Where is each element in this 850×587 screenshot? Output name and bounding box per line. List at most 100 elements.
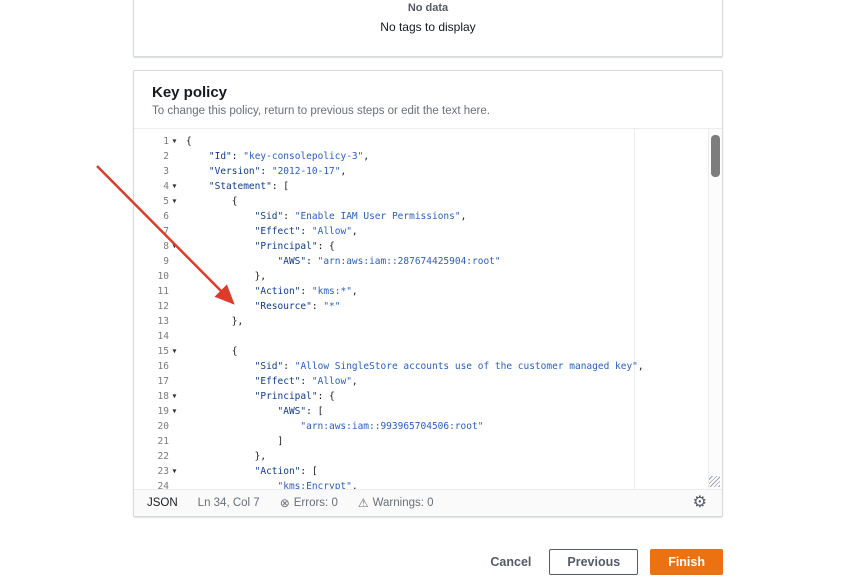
code-text: "Id": "key-consolepolicy-3",	[180, 149, 369, 164]
editor-line[interactable]: 10 },	[134, 269, 708, 284]
previous-button[interactable]: Previous	[549, 549, 638, 575]
cursor-position: Ln 34, Col 7	[198, 497, 260, 509]
policy-json-editor[interactable]: 1▼{2 "Id": "key-consolepolicy-3",3 "Vers…	[134, 129, 722, 489]
line-number: 3	[163, 164, 169, 179]
line-number: 22	[158, 449, 169, 464]
line-number: 24	[158, 479, 169, 489]
editor-line[interactable]: 2 "Id": "key-consolepolicy-3",	[134, 149, 708, 164]
code-text: "Resource": "*"	[180, 299, 340, 314]
gutter-cell: 1▼	[134, 134, 180, 149]
line-number: 15	[158, 344, 169, 359]
gutter-cell: 19▼	[134, 404, 180, 419]
fold-toggle-icon[interactable]: ▼	[169, 239, 180, 254]
gutter-cell: 18▼	[134, 389, 180, 404]
code-text: "AWS": "arn:aws:iam::287674425904:root"	[180, 254, 501, 269]
editor-line[interactable]: 24 "kms:Encrypt",	[134, 479, 708, 489]
line-number: 7	[163, 224, 169, 239]
editor-status-bar: JSON Ln 34, Col 7 ⊗ Errors: 0 ⚠ Warnings…	[134, 489, 722, 516]
line-number: 14	[158, 329, 169, 344]
page-title: Key policy	[152, 84, 704, 101]
code-text: },	[180, 314, 243, 329]
code-text: {	[180, 134, 192, 149]
editor-line[interactable]: 13 },	[134, 314, 708, 329]
editor-line[interactable]: 5▼ {	[134, 194, 708, 209]
code-text: "Action": [	[180, 464, 318, 479]
editor-line[interactable]: 1▼{	[134, 134, 708, 149]
code-text: "kms:Encrypt",	[180, 479, 358, 489]
gutter-cell: 14	[134, 329, 180, 344]
editor-resize-grip[interactable]	[709, 476, 720, 487]
gutter-cell: 17	[134, 374, 180, 389]
editor-line[interactable]: 9 "AWS": "arn:aws:iam::287674425904:root…	[134, 254, 708, 269]
line-number: 12	[158, 299, 169, 314]
key-policy-header: Key policy To change this policy, return…	[134, 71, 722, 129]
gutter-cell: 24	[134, 479, 180, 489]
line-number: 6	[163, 209, 169, 224]
editor-lines: 1▼{2 "Id": "key-consolepolicy-3",3 "Vers…	[134, 134, 708, 489]
finish-button[interactable]: Finish	[650, 549, 723, 575]
warnings-count: Warnings: 0	[373, 497, 434, 509]
fold-toggle-icon[interactable]: ▼	[169, 179, 180, 194]
warnings-status: ⚠ Warnings: 0	[358, 496, 434, 510]
fold-toggle-icon[interactable]: ▼	[169, 404, 180, 419]
gutter-cell: 3	[134, 164, 180, 179]
editor-settings-button[interactable]: ⚙	[691, 493, 709, 513]
editor-line[interactable]: 12 "Resource": "*"	[134, 299, 708, 314]
errors-icon: ⊗	[280, 496, 290, 510]
cancel-button[interactable]: Cancel	[484, 551, 537, 573]
fold-toggle-icon[interactable]: ▼	[169, 134, 180, 149]
code-text: ]	[180, 434, 283, 449]
editor-line[interactable]: 16 "Sid": "Allow SingleStore accounts us…	[134, 359, 708, 374]
gutter-cell: 5▼	[134, 194, 180, 209]
fold-toggle-icon[interactable]: ▼	[169, 194, 180, 209]
editor-line[interactable]: 20 "arn:aws:iam::993965704506:root"	[134, 419, 708, 434]
line-number: 2	[163, 149, 169, 164]
errors-status: ⊗ Errors: 0	[280, 496, 338, 510]
editor-line[interactable]: 17 "Effect": "Allow",	[134, 374, 708, 389]
no-tags-message: No tags to display	[380, 20, 475, 34]
line-number: 21	[158, 434, 169, 449]
key-policy-card: Key policy To change this policy, return…	[133, 70, 723, 517]
editor-line[interactable]: 11 "Action": "kms:*",	[134, 284, 708, 299]
gutter-cell: 15▼	[134, 344, 180, 359]
code-text: "Action": "kms:*",	[180, 284, 358, 299]
editor-line[interactable]: 23▼ "Action": [	[134, 464, 708, 479]
errors-count: Errors: 0	[294, 497, 338, 509]
line-number: 17	[158, 374, 169, 389]
gutter-cell: 13	[134, 314, 180, 329]
editor-line[interactable]: 19▼ "AWS": [	[134, 404, 708, 419]
gutter-cell: 8▼	[134, 239, 180, 254]
code-text: {	[180, 194, 237, 209]
fold-toggle-icon[interactable]: ▼	[169, 389, 180, 404]
editor-line[interactable]: 4▼ "Statement": [	[134, 179, 708, 194]
code-text: {	[180, 344, 237, 359]
editor-line[interactable]: 3 "Version": "2012-10-17",	[134, 164, 708, 179]
editor-line[interactable]: 22 },	[134, 449, 708, 464]
code-text: },	[180, 449, 266, 464]
code-text: },	[180, 269, 266, 284]
gutter-cell: 9	[134, 254, 180, 269]
editor-vertical-scrollbar[interactable]	[708, 129, 722, 489]
code-text: "Principal": {	[180, 389, 335, 404]
warnings-icon: ⚠	[358, 496, 369, 510]
editor-line[interactable]: 8▼ "Principal": {	[134, 239, 708, 254]
code-text: "arn:aws:iam::993965704506:root"	[180, 419, 483, 434]
gear-icon: ⚙	[693, 494, 707, 511]
editor-line[interactable]: 21 ]	[134, 434, 708, 449]
editor-line[interactable]: 14	[134, 329, 708, 344]
editor-language-label: JSON	[147, 497, 178, 509]
line-number: 19	[158, 404, 169, 419]
fold-toggle-icon[interactable]: ▼	[169, 464, 180, 479]
code-text: "Effect": "Allow",	[180, 374, 358, 389]
gutter-cell: 11	[134, 284, 180, 299]
editor-line[interactable]: 6 "Sid": "Enable IAM User Permissions",	[134, 209, 708, 224]
editor-line[interactable]: 18▼ "Principal": {	[134, 389, 708, 404]
code-text: "Version": "2012-10-17",	[180, 164, 346, 179]
editor-line[interactable]: 7 "Effect": "Allow",	[134, 224, 708, 239]
fold-toggle-icon[interactable]: ▼	[169, 344, 180, 359]
code-text: "Principal": {	[180, 239, 335, 254]
scrollbar-thumb[interactable]	[711, 135, 720, 177]
line-number: 18	[158, 389, 169, 404]
editor-line[interactable]: 15▼ {	[134, 344, 708, 359]
gutter-cell: 20	[134, 419, 180, 434]
